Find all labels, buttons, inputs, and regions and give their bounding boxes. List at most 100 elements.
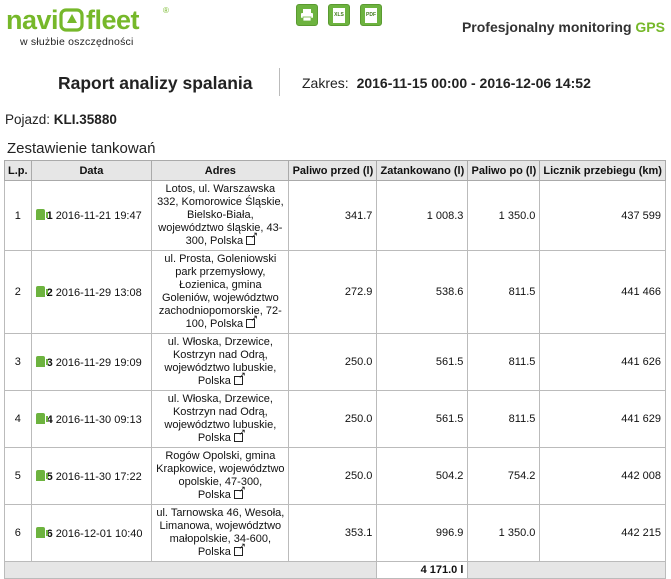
col-fuel-before: Paliwo przed (l) [288, 160, 378, 181]
table-row: 3 3 2016-11-29 19:09 ul. Włoska, Drzewice, K… [4, 333, 666, 391]
cell-odometer: 437 599 [539, 180, 666, 251]
address-line: województwo lubuskie, [164, 362, 277, 374]
cell-odometer: 441 466 [539, 250, 666, 334]
cell-fuel-after: 811.5 [467, 250, 541, 334]
cell-refueled: 996.9 [376, 504, 469, 562]
col-lp: L.p. [4, 160, 32, 181]
title-divider [279, 68, 280, 96]
external-link-icon[interactable] [246, 313, 258, 328]
col-odometer: Licznik przebiegu (km) [539, 160, 666, 181]
external-link-icon[interactable] [233, 484, 246, 499]
cell-fuel-before: 250.0 [288, 390, 378, 448]
refuel-date: 2016-11-21 19:47 [55, 210, 142, 222]
export-toolbar: XLS PDF [296, 4, 382, 26]
address-line: Łozienica, gmina [179, 279, 262, 291]
fuel-pump-icon[interactable] [35, 412, 48, 424]
refuel-date: 2016-11-29 19:09 [55, 356, 142, 369]
section-title: Zestawienie tankowań [7, 140, 156, 157]
cell-lp: 6 [4, 504, 32, 562]
date-range: Zakres: 2016-11-15 00:00 - 2016-12-06 14… [302, 75, 591, 91]
cell-fuel-before: 250.0 [288, 333, 378, 391]
external-link-icon[interactable] [233, 427, 246, 442]
cell-lp: 3 [4, 333, 32, 391]
cell-odometer: 441 629 [539, 390, 666, 448]
table-row: 6 6 2016-12-01 10:40 ul. Tarnowska 46, Weso… [4, 504, 666, 562]
print-button[interactable] [296, 4, 318, 26]
address-line: Polska [197, 546, 231, 558]
fuel-pump-icon[interactable] [35, 355, 48, 367]
fuel-pump-icon[interactable] [35, 285, 48, 297]
external-link-icon[interactable] [246, 230, 258, 245]
col-refueled: Zatankowano (l) [376, 160, 469, 181]
cell-date: 2 2016-11-29 13:08 [30, 250, 153, 334]
col-fuel-after: Paliwo po (l) [467, 160, 541, 181]
address-line: park przemysłowy, [175, 266, 266, 278]
address-line: Krapkowice, województwo [156, 463, 285, 475]
cell-address: ul. Włoska, Drzewice, Kostrzyn nad Odrą, w… [151, 390, 290, 448]
refuel-date: 2016-11-30 17:22 [55, 470, 142, 483]
address-line: Lotos, ul. Warszawska [165, 183, 276, 195]
fuel-pump-icon[interactable] [35, 209, 48, 220]
slogan: Profesjonalny monitoring GPS [461, 19, 665, 35]
cell-fuel-after: 811.5 [467, 390, 541, 448]
address-line: Kostrzyn nad Odrą, [172, 406, 268, 418]
table-header-row: L.p. Data Adres Paliwo przed (l) Zatanko… [4, 160, 666, 181]
address-line: Polska [197, 432, 231, 444]
cell-fuel-before: 341.7 [288, 180, 378, 251]
refuel-date: 2016-11-29 13:08 [55, 286, 142, 299]
cell-lp: 1 [4, 180, 32, 251]
cell-date: 3 2016-11-29 19:09 [30, 333, 153, 391]
cell-refueled: 561.5 [376, 390, 469, 448]
address-line: Polska [197, 375, 231, 387]
cell-address: ul. Włoska, Drzewice, Kostrzyn nad Odrą, w… [151, 333, 290, 391]
refuel-date: 2016-11-30 09:13 [55, 413, 142, 426]
table-row: 1 1 2016-11-21 19:47 Lotos, ul. Warszawska 3… [4, 180, 666, 251]
slogan-gps: GPS [635, 19, 665, 35]
address-line: 300, Polska [185, 235, 244, 247]
address-line: małopolskie, 34-600, [169, 533, 272, 545]
cell-fuel-before: 250.0 [288, 447, 378, 505]
logo-text-navi: navi [6, 4, 59, 35]
vehicle-label: Pojazd: [5, 112, 51, 127]
cell-refueled: 504.2 [376, 447, 469, 505]
table-row: 2 2 2016-11-29 13:08 ul. Prosta, Goleniowsk… [4, 250, 666, 334]
address-line: ul. Włoska, Drzewice, [167, 336, 273, 348]
cell-date: 6 2016-12-01 10:40 [30, 504, 153, 562]
cell-refueled: 1 008.3 [376, 180, 469, 251]
address-line: zachodniopomorskie, 72- [158, 305, 282, 317]
address-line: opolskie, 47-300, [178, 476, 263, 488]
cell-fuel-after: 1 350.0 [467, 504, 541, 562]
address-line: Kostrzyn nad Odrą, [172, 349, 268, 361]
cell-fuel-before: 353.1 [288, 504, 378, 562]
export-xls-button[interactable]: XLS [328, 4, 350, 26]
vehicle-value: KLI.35880 [53, 112, 117, 127]
address-line: ul. Włoska, Drzewice, [167, 393, 273, 405]
print-icon [301, 9, 313, 22]
xls-icon: XLS [333, 7, 345, 23]
address-line: województwo śląskie, 43- [158, 222, 283, 234]
external-link-icon[interactable] [233, 370, 246, 385]
registered-mark: ® [163, 6, 169, 15]
fuel-pump-icon[interactable] [35, 469, 48, 481]
cell-date: 5 2016-11-30 17:22 [30, 447, 153, 505]
cell-refueled: 538.6 [376, 250, 469, 334]
cell-address: Rogów Opolski, gmina Krapkowice, wojewódz… [151, 447, 290, 505]
table-summary-row: 4 171.0 l [3, 561, 666, 579]
fuel-pump-icon[interactable] [35, 526, 48, 538]
pdf-icon: PDF [365, 7, 377, 23]
cell-odometer: 441 626 [539, 333, 666, 391]
table-row: 5 5 2016-11-30 17:22 Rogów Opolski, gmina Kr… [4, 447, 666, 505]
cell-lp: 2 [4, 250, 32, 334]
cell-odometer: 442 008 [539, 447, 666, 505]
total-refueled: 4 171.0 l [376, 561, 469, 579]
cell-fuel-after: 811.5 [467, 333, 541, 391]
address-line: Bielsko-Biała, [187, 209, 254, 221]
address-line: Limanowa, województwo [159, 520, 282, 532]
cell-date: 1 2016-11-21 19:47 [30, 180, 153, 251]
cell-fuel-after: 754.2 [467, 447, 541, 505]
range-label: Zakres: [302, 75, 349, 91]
address-line: ul. Prosta, Goleniowski [164, 253, 277, 265]
logo-mark-icon [59, 7, 85, 33]
address-line: ul. Tarnowska 46, Wesoła, [156, 507, 285, 519]
export-pdf-button[interactable]: PDF [360, 4, 382, 26]
